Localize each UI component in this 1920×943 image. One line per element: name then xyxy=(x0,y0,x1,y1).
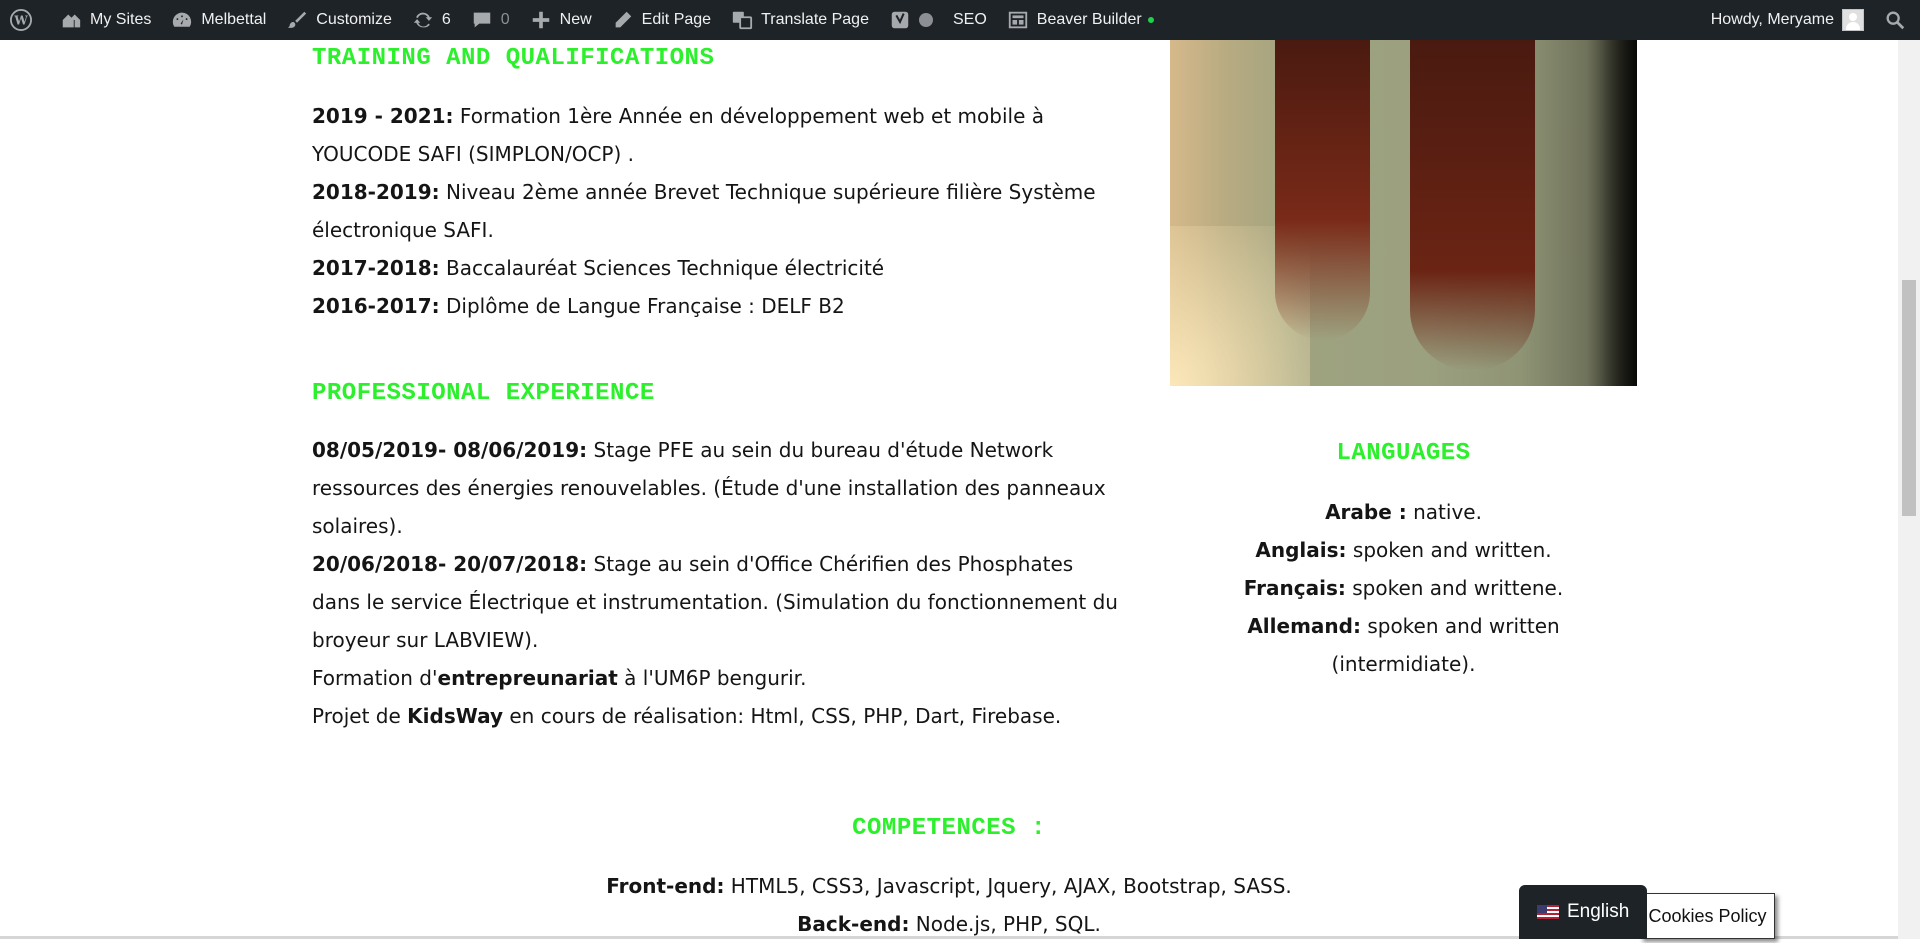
wordpress-logo-menu[interactable]: W xyxy=(0,0,50,40)
seo-link[interactable]: SEO xyxy=(943,0,997,40)
language-item: Arabe : native. xyxy=(1325,500,1482,524)
translate-page-link[interactable]: Translate Page xyxy=(721,0,879,40)
plus-icon xyxy=(530,9,552,31)
languages-list: Arabe : native. Anglais: spoken and writ… xyxy=(1230,493,1577,683)
builder-status-dot xyxy=(1147,17,1154,23)
my-sites-icon xyxy=(60,9,82,31)
edit-page-label: Edit Page xyxy=(641,11,712,28)
beaver-builder-link[interactable]: Beaver Builder xyxy=(997,0,1164,40)
cookies-policy-label: Cookies Policy xyxy=(1648,905,1767,926)
training-item: 2019 - 2021: Formation 1ère Année en dév… xyxy=(312,104,1044,166)
wordpress-icon: W xyxy=(10,9,32,31)
site-name-label: Melbettal xyxy=(201,11,267,28)
projet-line: Projet de KidsWay en cours de réalisatio… xyxy=(312,704,1062,728)
us-flag-icon xyxy=(1537,905,1559,919)
howdy-label: Howdy, Meryame xyxy=(1710,11,1834,28)
wp-admin-bar: W My Sites Melbettal Customize 6 0 New E… xyxy=(0,0,1920,40)
comments-link[interactable]: 0 xyxy=(461,0,520,40)
new-label: New xyxy=(559,11,592,28)
translate-page-label: Translate Page xyxy=(761,11,869,28)
photo-hair-right xyxy=(1410,40,1535,370)
profile-photo xyxy=(1170,40,1637,386)
dashboard-icon xyxy=(171,9,193,31)
competence-item: Front-end: HTML5, CSS3, Javascript, Jque… xyxy=(606,874,1292,898)
seo-label: SEO xyxy=(952,11,987,28)
my-sites-menu[interactable]: My Sites xyxy=(50,0,161,40)
competences-heading: COMPETENCES : xyxy=(852,815,1046,842)
updates-count: 6 xyxy=(441,11,451,28)
pencil-icon xyxy=(612,9,634,31)
user-account-menu[interactable]: Howdy, Meryame xyxy=(1701,0,1874,40)
training-item: 2018-2019: Niveau 2ème année Brevet Tech… xyxy=(312,180,1096,242)
training-heading: TRAINING AND QUALIFICATIONS xyxy=(312,45,715,72)
edit-page-link[interactable]: Edit Page xyxy=(602,0,721,40)
updates-link[interactable]: 6 xyxy=(402,0,461,40)
experience-heading: PROFESSIONAL EXPERIENCE xyxy=(312,380,655,407)
avatar xyxy=(1842,9,1864,31)
training-item: 2017-2018: Baccalauréat Sciences Techniq… xyxy=(312,256,885,280)
translate-icon xyxy=(731,9,753,31)
new-content-menu[interactable]: New xyxy=(520,0,602,40)
svg-text:W: W xyxy=(13,14,28,28)
comments-count: 0 xyxy=(500,11,510,28)
experience-item: 20/06/2018- 20/07/2018: Stage au sein d'… xyxy=(312,552,1118,652)
language-item: Allemand: spoken and written (intermidia… xyxy=(1247,614,1560,676)
beaver-builder-icon xyxy=(1007,9,1029,31)
formation-line: Formation d'entrepreunariat à l'UM6P ben… xyxy=(312,666,807,690)
language-item: Anglais: spoken and written. xyxy=(1255,538,1552,562)
experience-list: 08/05/2019- 08/06/2019: Stage PFE au sei… xyxy=(312,431,1122,735)
cookies-policy-button[interactable]: Cookies Policy xyxy=(1640,893,1775,939)
yoast-icon xyxy=(889,9,911,31)
training-item: 2016-2017: Diplôme de Langue Française :… xyxy=(312,294,845,318)
comment-icon xyxy=(471,9,493,31)
language-switcher[interactable]: English xyxy=(1519,885,1647,939)
updates-icon xyxy=(412,9,434,31)
customize-label: Customize xyxy=(316,11,392,28)
search-button[interactable] xyxy=(1874,0,1920,40)
site-name-menu[interactable]: Melbettal xyxy=(161,0,276,40)
training-list: 2019 - 2021: Formation 1ère Année en dév… xyxy=(312,97,1117,325)
my-sites-label: My Sites xyxy=(90,11,152,28)
experience-item: 08/05/2019- 08/06/2019: Stage PFE au sei… xyxy=(312,438,1106,538)
paintbrush-icon xyxy=(286,9,308,31)
yoast-seo-menu[interactable] xyxy=(879,0,943,40)
competences-list: Front-end: HTML5, CSS3, Javascript, Jque… xyxy=(312,867,1586,943)
page-scrollbar-thumb[interactable] xyxy=(1902,280,1916,516)
language-switcher-label: English xyxy=(1567,901,1630,922)
search-icon xyxy=(1884,9,1906,31)
customize-link[interactable]: Customize xyxy=(276,0,402,40)
seo-status-dot xyxy=(918,13,933,27)
photo-shadow xyxy=(1587,40,1637,386)
language-item: Français: spoken and writtene. xyxy=(1243,576,1564,600)
languages-heading: LANGUAGES xyxy=(1336,440,1471,467)
beaver-builder-label: Beaver Builder xyxy=(1036,11,1142,28)
photo-hair-left xyxy=(1275,40,1370,340)
